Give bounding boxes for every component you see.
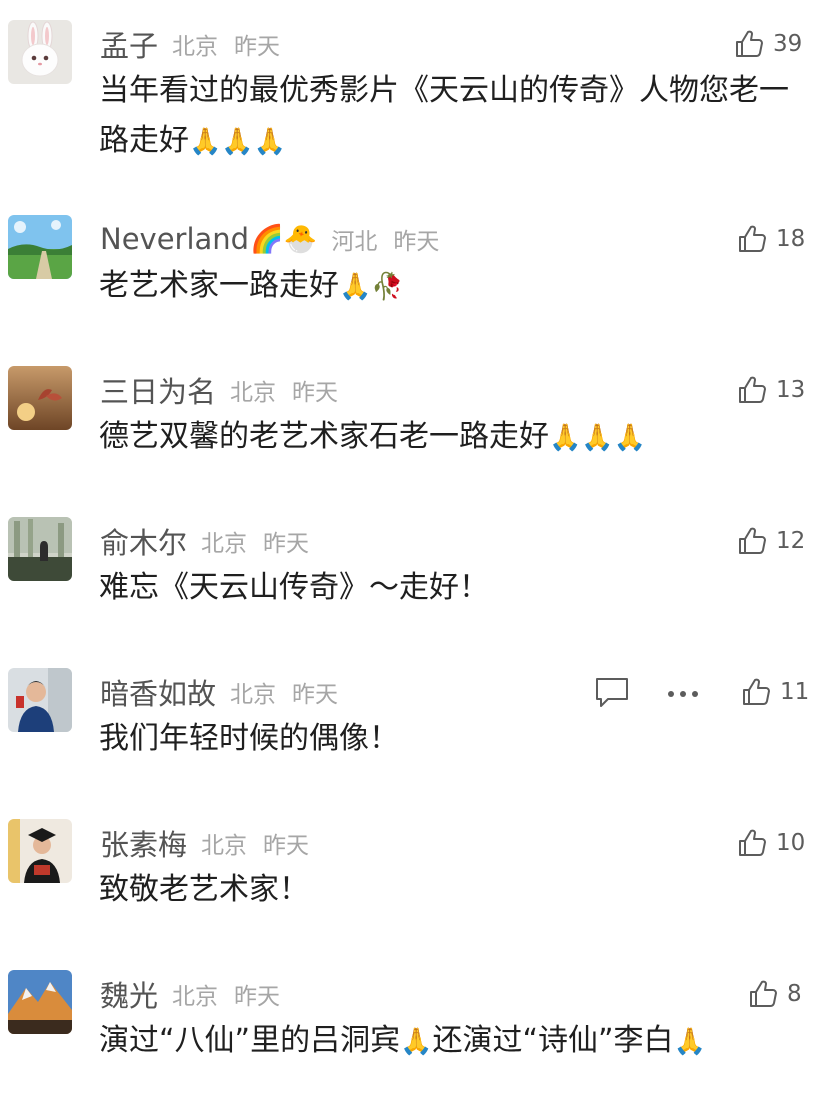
location: 北京: [230, 682, 277, 708]
like-button[interactable]: 11: [740, 672, 809, 712]
emoji: 🙏🙏🙏: [549, 423, 647, 453]
avatar[interactable]: [8, 970, 72, 1034]
location: 北京: [172, 984, 219, 1010]
comment-text-content: 难忘《天云山传奇》～走好！: [99, 570, 489, 605]
comment-text-content: 老艺术家一路走好: [99, 268, 339, 303]
timestamp: 昨天: [393, 229, 440, 255]
comment-item: Neverland 🌈🐣 河北 昨天 18 老艺术家一路走好🙏🥀: [0, 215, 822, 355]
username[interactable]: 孟子: [100, 23, 158, 65]
comment-item: 魏光 北京 昨天 8 演过“八仙”里的吕洞宾🙏还演过“诗仙”李白🙏: [0, 970, 822, 1110]
comment-text: 当年看过的最优秀影片《天云山的传奇》人物您老一路走好🙏🙏🙏: [99, 66, 799, 167]
like-count: 11: [780, 679, 810, 705]
like-count: 39: [773, 31, 803, 57]
avatar[interactable]: [8, 215, 72, 279]
comment-text: 我们年轻时候的偶像！: [99, 714, 799, 764]
comment-text-part: 还演过“诗仙”李白: [432, 1023, 674, 1058]
like-count: 13: [776, 377, 806, 403]
location: 北京: [201, 531, 248, 557]
timestamp: 昨天: [263, 531, 310, 557]
avatar[interactable]: [8, 366, 72, 430]
comment-text: 演过“八仙”里的吕洞宾🙏还演过“诗仙”李白🙏: [99, 1016, 799, 1067]
username[interactable]: 张素梅: [100, 822, 187, 864]
more-dots-icon[interactable]: [666, 684, 700, 703]
thumbs-up-icon: [739, 527, 766, 554]
timestamp: 昨天: [234, 984, 281, 1010]
username[interactable]: 暗香如故: [100, 671, 216, 713]
thumbs-up-icon: [739, 376, 766, 403]
like-count: 8: [787, 981, 802, 1007]
comment-text: 德艺双馨的老艺术家石老一路走好🙏🙏🙏: [99, 412, 799, 463]
username[interactable]: 俞木尔: [100, 520, 187, 562]
comment-item: 三日为名 北京 昨天 13 德艺双馨的老艺术家石老一路走好🙏🙏🙏: [0, 366, 822, 506]
username-emoji: 🌈🐣: [250, 224, 318, 255]
comment-item: 孟子 北京 昨天 39 当年看过的最优秀影片《天云山的传奇》人物您老一路走好🙏🙏…: [0, 20, 822, 160]
location: 北京: [230, 380, 277, 406]
comment-text-part: 演过“八仙”里的吕洞宾: [99, 1023, 401, 1058]
comment-item: 暗香如故 北京 昨天 11 我们年轻时候的偶像！: [0, 668, 822, 808]
like-count: 18: [776, 226, 806, 252]
like-button[interactable]: 10: [736, 823, 805, 863]
emoji: 🙏🙏🙏: [189, 127, 287, 157]
timestamp: 昨天: [292, 682, 339, 708]
thumbs-up-icon: [739, 225, 766, 252]
thumbs-up-icon: [736, 30, 763, 57]
thumbs-up-icon: [743, 678, 770, 705]
like-button[interactable]: 12: [736, 521, 805, 561]
emoji: 🙏: [673, 1027, 706, 1057]
comment-text: 老艺术家一路走好🙏🥀: [99, 261, 799, 312]
avatar[interactable]: [8, 819, 72, 883]
like-button[interactable]: 18: [736, 219, 805, 259]
thumbs-up-icon: [750, 980, 777, 1007]
comment-text-content: 德艺双馨的老艺术家石老一路走好: [99, 419, 549, 454]
username[interactable]: 魏光: [100, 973, 158, 1015]
like-count: 12: [776, 528, 806, 554]
thumbs-up-icon: [739, 829, 766, 856]
emoji: 🙏🥀: [339, 272, 404, 302]
comment-text-content: 致敬老艺术家！: [99, 872, 309, 907]
location: 北京: [172, 34, 219, 60]
emoji: 🙏: [400, 1027, 433, 1057]
like-button[interactable]: 13: [736, 370, 805, 410]
location: 北京: [201, 833, 248, 859]
timestamp: 昨天: [292, 380, 339, 406]
comment-item: 张素梅 北京 昨天 10 致敬老艺术家！: [0, 819, 822, 959]
comment-item: 俞木尔 北京 昨天 12 难忘《天云山传奇》～走好！: [0, 517, 822, 657]
comment-bubble-icon[interactable]: [594, 676, 630, 714]
timestamp: 昨天: [234, 34, 281, 60]
timestamp: 昨天: [263, 833, 310, 859]
username[interactable]: 三日为名: [100, 369, 216, 411]
username[interactable]: Neverland: [100, 222, 249, 256]
location: 河北: [331, 229, 378, 255]
comment-text: 难忘《天云山传奇》～走好！: [99, 563, 799, 613]
like-button[interactable]: 39: [733, 24, 802, 64]
avatar[interactable]: [8, 517, 72, 581]
comment-text-content: 我们年轻时候的偶像！: [99, 721, 399, 756]
comment-text: 致敬老艺术家！: [99, 865, 799, 915]
like-button[interactable]: 8: [747, 974, 802, 1014]
avatar[interactable]: [8, 20, 72, 84]
avatar[interactable]: [8, 668, 72, 732]
like-count: 10: [776, 830, 806, 856]
